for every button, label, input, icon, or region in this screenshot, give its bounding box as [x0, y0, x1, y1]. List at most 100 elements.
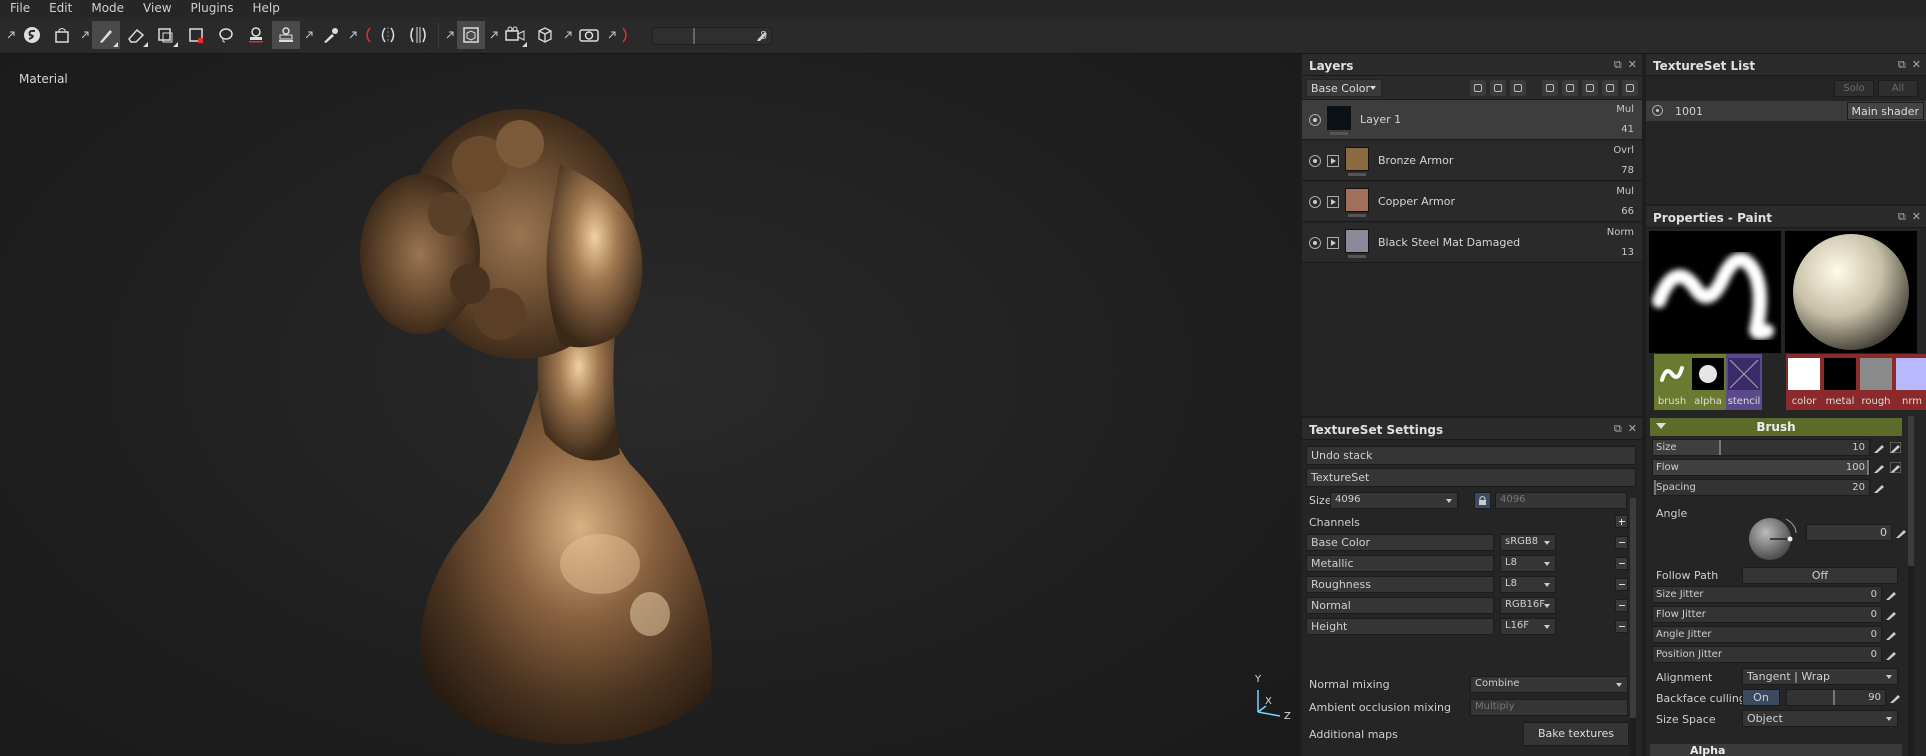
pencil-icon[interactable]: [1896, 527, 1907, 538]
mirror-icon[interactable]: [404, 21, 432, 49]
angle-jitter-slider[interactable]: Angle Jitter 0: [1652, 626, 1882, 643]
slot-2[interactable]: stencil: [1726, 354, 1762, 410]
angle-dial[interactable]: [1746, 513, 1800, 566]
slot-0[interactable]: brush: [1654, 354, 1690, 410]
pencil-icon[interactable]: [1886, 609, 1897, 620]
visibility-eye-icon[interactable]: [1309, 237, 1321, 249]
add-channel-button[interactable]: [1615, 515, 1628, 528]
expand-icon[interactable]: [487, 21, 501, 49]
size-height-field[interactable]: 4096: [1495, 492, 1627, 509]
size-slider[interactable]: Size 10: [1652, 439, 1870, 456]
expand-icon[interactable]: [443, 21, 457, 49]
remove-channel-button[interactable]: [1615, 557, 1628, 570]
undo-stack-button[interactable]: Undo stack: [1306, 446, 1636, 465]
symmetry-right-icon[interactable]: [619, 21, 633, 49]
blend-mode[interactable]: Mul: [1616, 104, 1634, 115]
slider-knob[interactable]: [1867, 460, 1869, 475]
pencil-icon[interactable]: [1886, 649, 1897, 660]
layer-row[interactable]: Bronze Armor Ovrl 78: [1302, 141, 1642, 181]
size-jitter-slider[interactable]: Size Jitter 0: [1652, 586, 1882, 603]
remove-channel-button[interactable]: [1615, 599, 1628, 612]
angle-field[interactable]: 0: [1806, 524, 1892, 541]
bag-icon[interactable]: [48, 21, 76, 49]
symmetry-icon[interactable]: [374, 21, 402, 49]
visibility-eye-icon[interactable]: [1652, 105, 1663, 116]
menu-plugins[interactable]: Plugins: [181, 0, 243, 17]
size-space-dropdown[interactable]: Object: [1742, 710, 1898, 727]
position-jitter-slider[interactable]: Position Jitter 0: [1652, 646, 1882, 663]
expand-icon[interactable]: [605, 21, 619, 49]
symmetry-left-icon[interactable]: [360, 21, 374, 49]
backface-angle-slider[interactable]: 90: [1786, 689, 1886, 706]
pencil-icon[interactable]: [1886, 589, 1897, 600]
clone-icon[interactable]: [272, 21, 300, 49]
expand-icon[interactable]: [561, 21, 575, 49]
projection-icon[interactable]: [152, 21, 180, 49]
layer-opacity[interactable]: 13: [1621, 247, 1634, 258]
scrollbar[interactable]: [1908, 416, 1914, 756]
follow-path-toggle[interactable]: Off: [1742, 567, 1898, 584]
pencil-icon[interactable]: [1874, 462, 1885, 473]
ao-mixing-dropdown[interactable]: Multiply: [1470, 699, 1628, 716]
blend-mode[interactable]: Ovrl: [1613, 145, 1634, 156]
polygon-fill-icon[interactable]: [182, 21, 210, 49]
remove-channel-button[interactable]: [1615, 536, 1628, 549]
visibility-eye-icon[interactable]: [1309, 114, 1321, 126]
screenshot-icon[interactable]: [575, 21, 603, 49]
slider-knob[interactable]: [1719, 440, 1721, 455]
channel-format-dropdown[interactable]: L16F: [1500, 618, 1556, 635]
material-slot-0[interactable]: color: [1786, 354, 1822, 410]
menu-view[interactable]: View: [133, 0, 180, 17]
blend-mode[interactable]: Mul: [1616, 186, 1634, 197]
visibility-eye-icon[interactable]: [1309, 155, 1321, 167]
layer-row[interactable]: Layer 1 Mul 41: [1302, 100, 1642, 140]
scrollbar[interactable]: [1630, 498, 1636, 756]
blend-mode[interactable]: Norm: [1607, 227, 1634, 238]
alignment-dropdown[interactable]: Tangent | Wrap: [1742, 668, 1898, 685]
material-slot-3[interactable]: nrm: [1894, 354, 1926, 410]
folder-expand-icon[interactable]: [1327, 155, 1339, 167]
expand-icon[interactable]: [346, 21, 360, 49]
pencil-icon[interactable]: [1890, 692, 1901, 703]
add-effect-icon[interactable]: [1470, 80, 1486, 96]
size-dropdown[interactable]: 4096: [1330, 492, 1458, 509]
close-panel-icon[interactable]: ✕: [1628, 422, 1637, 436]
slider-knob[interactable]: [693, 28, 695, 44]
shader-dropdown[interactable]: Main shader: [1846, 102, 1924, 120]
visibility-eye-icon[interactable]: [1309, 196, 1321, 208]
expand-icon[interactable]: [78, 21, 92, 49]
channel-format-dropdown[interactable]: L8: [1500, 576, 1556, 593]
folder-expand-icon[interactable]: [1327, 196, 1339, 208]
brush-section-header[interactable]: Brush: [1650, 418, 1902, 436]
add-smart-material-icon[interactable]: [1582, 80, 1598, 96]
slot-1[interactable]: alpha: [1690, 354, 1726, 410]
flow-slider[interactable]: Flow 100: [1652, 459, 1870, 476]
backface-culling-toggle[interactable]: On: [1742, 689, 1780, 706]
float-panel-icon[interactable]: ⧉: [1898, 210, 1906, 224]
logo-s-icon[interactable]: [18, 21, 46, 49]
pencil-icon[interactable]: [1874, 482, 1885, 493]
bake-textures-button[interactable]: Bake textures: [1523, 722, 1629, 746]
add-mask-icon[interactable]: [1490, 80, 1506, 96]
close-panel-icon[interactable]: ✕: [1628, 58, 1637, 72]
solo-button[interactable]: Solo: [1834, 80, 1874, 97]
add-fill-layer-icon[interactable]: [1542, 80, 1558, 96]
layer-row[interactable]: Copper Armor Mul 66: [1302, 182, 1642, 222]
lasso-icon[interactable]: [212, 21, 240, 49]
cube-icon[interactable]: [531, 21, 559, 49]
toolbar-value-slider[interactable]: 8: [652, 27, 772, 45]
menu-mode[interactable]: Mode: [81, 0, 133, 17]
float-panel-icon[interactable]: ⧉: [1898, 58, 1906, 72]
all-button[interactable]: All: [1878, 80, 1918, 97]
channel-format-dropdown[interactable]: L8: [1500, 555, 1556, 572]
expand-icon[interactable]: [4, 21, 18, 49]
channel-format-dropdown[interactable]: sRGB8: [1500, 534, 1556, 551]
layer-opacity[interactable]: 78: [1621, 165, 1634, 176]
normal-mixing-dropdown[interactable]: Combine: [1470, 676, 1628, 693]
float-panel-icon[interactable]: ⧉: [1614, 58, 1622, 72]
add-paint-layer-icon[interactable]: [1562, 80, 1578, 96]
material-slot-1[interactable]: metal: [1822, 354, 1858, 410]
paint-brush-icon[interactable]: [92, 21, 120, 49]
flow-jitter-slider[interactable]: Flow Jitter 0: [1652, 606, 1882, 623]
pencil-icon[interactable]: [1874, 442, 1885, 453]
